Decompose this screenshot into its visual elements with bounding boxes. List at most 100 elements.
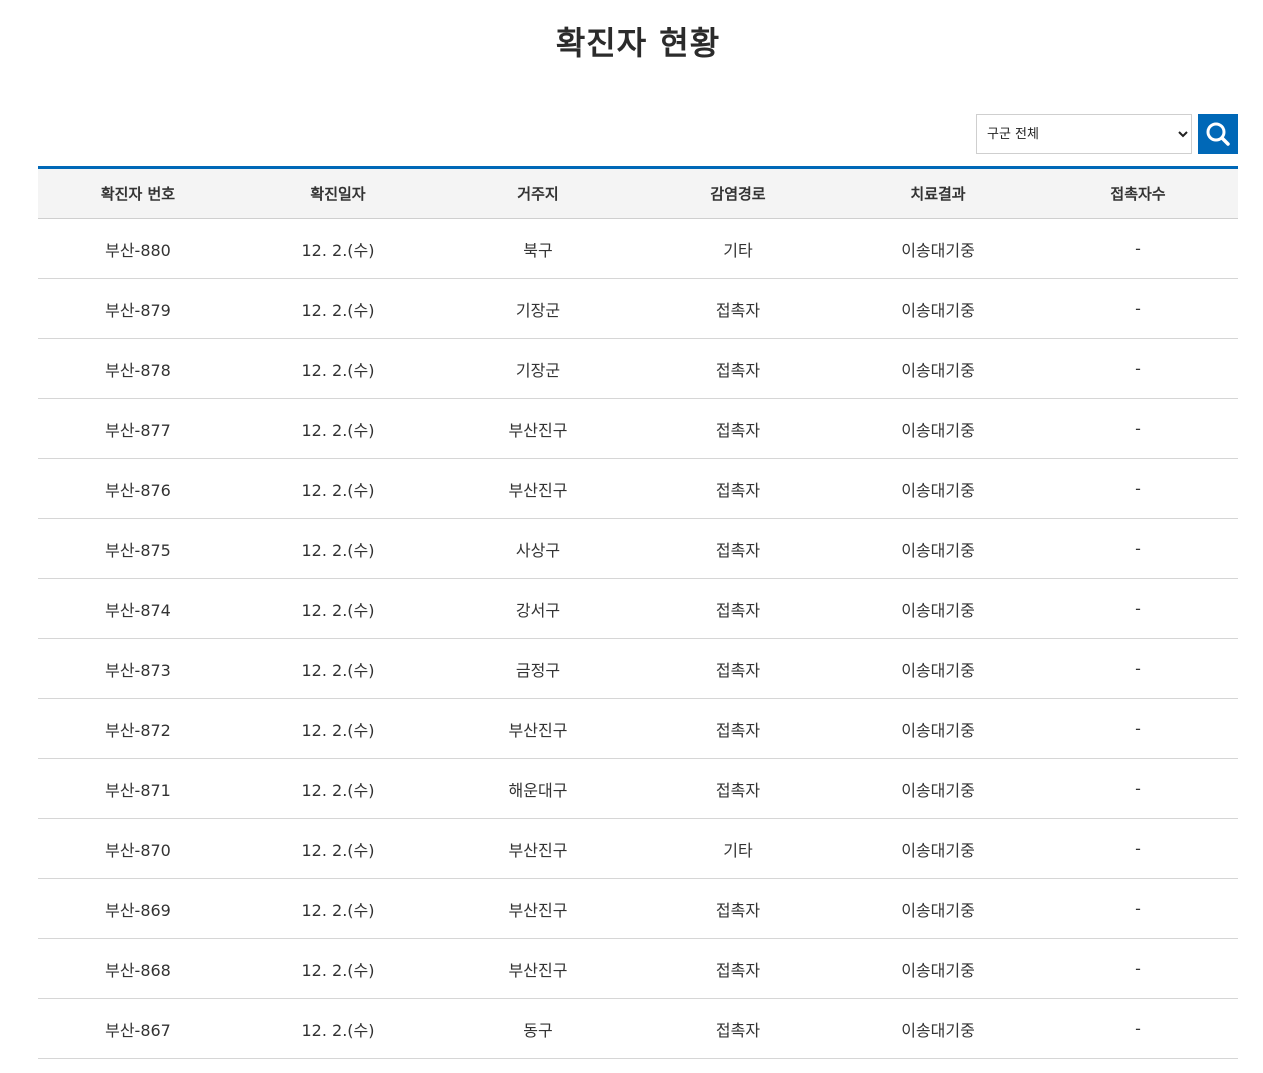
column-header-number: 확진자 번호 [38, 167, 238, 219]
cell-route: 기타 [638, 818, 838, 879]
cell-contacts: - [1038, 998, 1238, 1059]
table-row: 부산-878 12. 2.(수) 기장군 접촉자 이송대기중 - [38, 338, 1238, 399]
cell-result: 이송대기중 [838, 218, 1038, 279]
table-row: 부산-870 12. 2.(수) 부산진구 기타 이송대기중 - [38, 818, 1238, 879]
cell-number: 부산-876 [38, 458, 238, 519]
cell-number: 부산-868 [38, 938, 238, 999]
cell-date: 12. 2.(수) [238, 758, 438, 819]
cell-number: 부산-874 [38, 578, 238, 639]
cell-date: 12. 2.(수) [238, 218, 438, 279]
page-title: 확진자 현황 [555, 24, 721, 62]
cell-route: 접촉자 [638, 518, 838, 579]
cell-result: 이송대기중 [838, 998, 1038, 1059]
table-row: 부산-867 12. 2.(수) 동구 접촉자 이송대기중 - [38, 998, 1238, 1059]
cell-date: 12. 2.(수) [238, 458, 438, 519]
search-icon [1206, 122, 1230, 146]
column-header-date: 확진일자 [238, 167, 438, 219]
cell-number: 부산-867 [38, 998, 238, 1059]
cell-number: 부산-872 [38, 698, 238, 759]
cell-contacts: - [1038, 698, 1238, 759]
cell-contacts: - [1038, 578, 1238, 639]
table-row: 부산-873 12. 2.(수) 금정구 접촉자 이송대기중 - [38, 638, 1238, 699]
table-row: 부산-875 12. 2.(수) 사상구 접촉자 이송대기중 - [38, 518, 1238, 579]
cell-residence: 사상구 [438, 518, 638, 579]
table-row: 부산-868 12. 2.(수) 부산진구 접촉자 이송대기중 - [38, 938, 1238, 999]
cell-contacts: - [1038, 458, 1238, 519]
cell-number: 부산-870 [38, 818, 238, 879]
cell-route: 접촉자 [638, 938, 838, 999]
table-row: 부산-874 12. 2.(수) 강서구 접촉자 이송대기중 - [38, 578, 1238, 639]
cell-date: 12. 2.(수) [238, 338, 438, 399]
table-row: 부산-869 12. 2.(수) 부산진구 접촉자 이송대기중 - [38, 878, 1238, 939]
column-header-result: 치료결과 [838, 167, 1038, 219]
cell-contacts: - [1038, 938, 1238, 999]
cell-result: 이송대기중 [838, 638, 1038, 699]
cell-date: 12. 2.(수) [238, 698, 438, 759]
cell-route: 접촉자 [638, 878, 838, 939]
table-row: 부산-871 12. 2.(수) 해운대구 접촉자 이송대기중 - [38, 758, 1238, 819]
cell-number: 부산-880 [38, 218, 238, 279]
cell-result: 이송대기중 [838, 758, 1038, 819]
cell-residence: 부산진구 [438, 878, 638, 939]
cell-residence: 강서구 [438, 578, 638, 639]
cell-date: 12. 2.(수) [238, 998, 438, 1059]
cell-result: 이송대기중 [838, 398, 1038, 459]
cell-result: 이송대기중 [838, 818, 1038, 879]
cell-route: 접촉자 [638, 998, 838, 1059]
cell-residence: 동구 [438, 998, 638, 1059]
cell-number: 부산-869 [38, 878, 238, 939]
cell-residence: 부산진구 [438, 818, 638, 879]
search-button[interactable] [1198, 114, 1238, 154]
district-select[interactable]: 구군 전체 [976, 114, 1192, 154]
cell-contacts: - [1038, 518, 1238, 579]
cell-result: 이송대기중 [838, 698, 1038, 759]
cell-contacts: - [1038, 878, 1238, 939]
cell-contacts: - [1038, 398, 1238, 459]
cell-result: 이송대기중 [838, 938, 1038, 999]
cell-result: 이송대기중 [838, 518, 1038, 579]
cell-date: 12. 2.(수) [238, 578, 438, 639]
cell-date: 12. 2.(수) [238, 818, 438, 879]
cell-residence: 부산진구 [438, 938, 638, 999]
cell-result: 이송대기중 [838, 458, 1038, 519]
cell-residence: 북구 [438, 218, 638, 279]
cell-date: 12. 2.(수) [238, 878, 438, 939]
cell-route: 접촉자 [638, 458, 838, 519]
cell-number: 부산-873 [38, 638, 238, 699]
cell-residence: 기장군 [438, 338, 638, 399]
cell-number: 부산-871 [38, 758, 238, 819]
cell-date: 12. 2.(수) [238, 398, 438, 459]
table-row: 부산-876 12. 2.(수) 부산진구 접촉자 이송대기중 - [38, 458, 1238, 519]
cell-residence: 해운대구 [438, 758, 638, 819]
patients-table: 확진자 번호 확진일자 거주지 감염경로 치료결과 접촉자수 부산-880 12.… [38, 166, 1238, 1059]
cell-route: 접촉자 [638, 578, 838, 639]
cell-contacts: - [1038, 818, 1238, 879]
column-header-contacts: 접촉자수 [1038, 167, 1238, 219]
cell-residence: 부산진구 [438, 398, 638, 459]
cell-contacts: - [1038, 338, 1238, 399]
cell-residence: 부산진구 [438, 698, 638, 759]
cell-result: 이송대기중 [838, 278, 1038, 339]
cell-date: 12. 2.(수) [238, 278, 438, 339]
cell-contacts: - [1038, 758, 1238, 819]
table-body: 부산-880 12. 2.(수) 북구 기타 이송대기중 - 부산-879 12. 2.(수)… [38, 218, 1238, 1059]
filter-toolbar: 구군 전체 [976, 114, 1238, 154]
cell-residence: 기장군 [438, 278, 638, 339]
cell-result: 이송대기중 [838, 578, 1038, 639]
table-row: 부산-872 12. 2.(수) 부산진구 접촉자 이송대기중 - [38, 698, 1238, 759]
table-header-row: 확진자 번호 확진일자 거주지 감염경로 치료결과 접촉자수 [38, 167, 1238, 219]
cell-route: 접촉자 [638, 398, 838, 459]
cell-number: 부산-878 [38, 338, 238, 399]
cell-route: 접촉자 [638, 758, 838, 819]
cell-contacts: - [1038, 278, 1238, 339]
cell-number: 부산-875 [38, 518, 238, 579]
cell-route: 접촉자 [638, 338, 838, 399]
cell-number: 부산-879 [38, 278, 238, 339]
cell-route: 접촉자 [638, 638, 838, 699]
table-row: 부산-879 12. 2.(수) 기장군 접촉자 이송대기중 - [38, 278, 1238, 339]
cell-contacts: - [1038, 638, 1238, 699]
cell-date: 12. 2.(수) [238, 638, 438, 699]
cell-result: 이송대기중 [838, 338, 1038, 399]
cell-contacts: - [1038, 218, 1238, 279]
cell-date: 12. 2.(수) [238, 938, 438, 999]
